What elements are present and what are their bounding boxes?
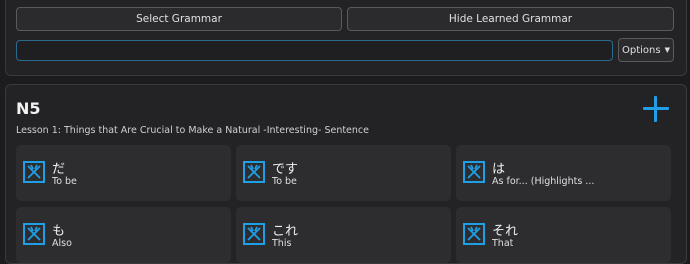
kanji-diagram-icon: [462, 160, 486, 184]
grammar-card[interactable]: これ This: [236, 207, 451, 263]
grammar-section-panel: N5 Lesson 1: Things that Are Crucial to …: [5, 84, 687, 264]
kanji-diagram-icon: [462, 222, 486, 246]
lesson-title: Lesson 1: Things that Are Crucial to Mak…: [16, 125, 369, 136]
hide-learned-grammar-button[interactable]: Hide Learned Grammar: [347, 7, 674, 31]
grammar-card-meaning: To be: [272, 176, 297, 187]
grammar-card-japanese: だ: [52, 162, 66, 177]
plus-icon[interactable]: [643, 96, 669, 122]
caret-down-icon: ▼: [664, 46, 670, 54]
grammar-card-japanese: それ: [492, 224, 519, 239]
grammar-card-meaning: Also: [52, 238, 72, 249]
grammar-card[interactable]: は As for... (Highlights ...: [456, 145, 671, 201]
kanji-diagram-icon: [22, 222, 46, 246]
grammar-card-meaning: That: [492, 238, 514, 249]
kanji-diagram-icon: [22, 160, 46, 184]
select-grammar-button[interactable]: Select Grammar: [16, 7, 342, 31]
options-label: Options: [622, 44, 661, 56]
grammar-card[interactable]: も Also: [16, 207, 231, 263]
options-dropdown-button[interactable]: Options ▼: [618, 38, 674, 62]
lesson-name: Things that Are Crucial to Make a Natura…: [64, 125, 369, 136]
grammar-card[interactable]: です To be: [236, 145, 451, 201]
grammar-card-japanese: です: [272, 162, 299, 177]
lesson-prefix: Lesson 1:: [16, 125, 61, 136]
level-heading: N5: [16, 99, 41, 118]
kanji-diagram-icon: [242, 160, 266, 184]
grammar-card-meaning: This: [272, 238, 292, 249]
grammar-card-meaning: To be: [52, 176, 77, 187]
grammar-card[interactable]: だ To be: [16, 145, 231, 201]
kanji-diagram-icon: [242, 222, 266, 246]
grammar-card-japanese: これ: [272, 224, 299, 239]
grammar-card-japanese: は: [492, 162, 506, 177]
grammar-card-meaning: As for... (Highlights ...: [492, 176, 595, 187]
top-toolbar-panel: Select Grammar Hide Learned Grammar Opti…: [5, 0, 687, 76]
grammar-card[interactable]: それ That: [456, 207, 671, 263]
grammar-card-japanese: も: [52, 224, 66, 239]
search-input[interactable]: [16, 40, 613, 61]
